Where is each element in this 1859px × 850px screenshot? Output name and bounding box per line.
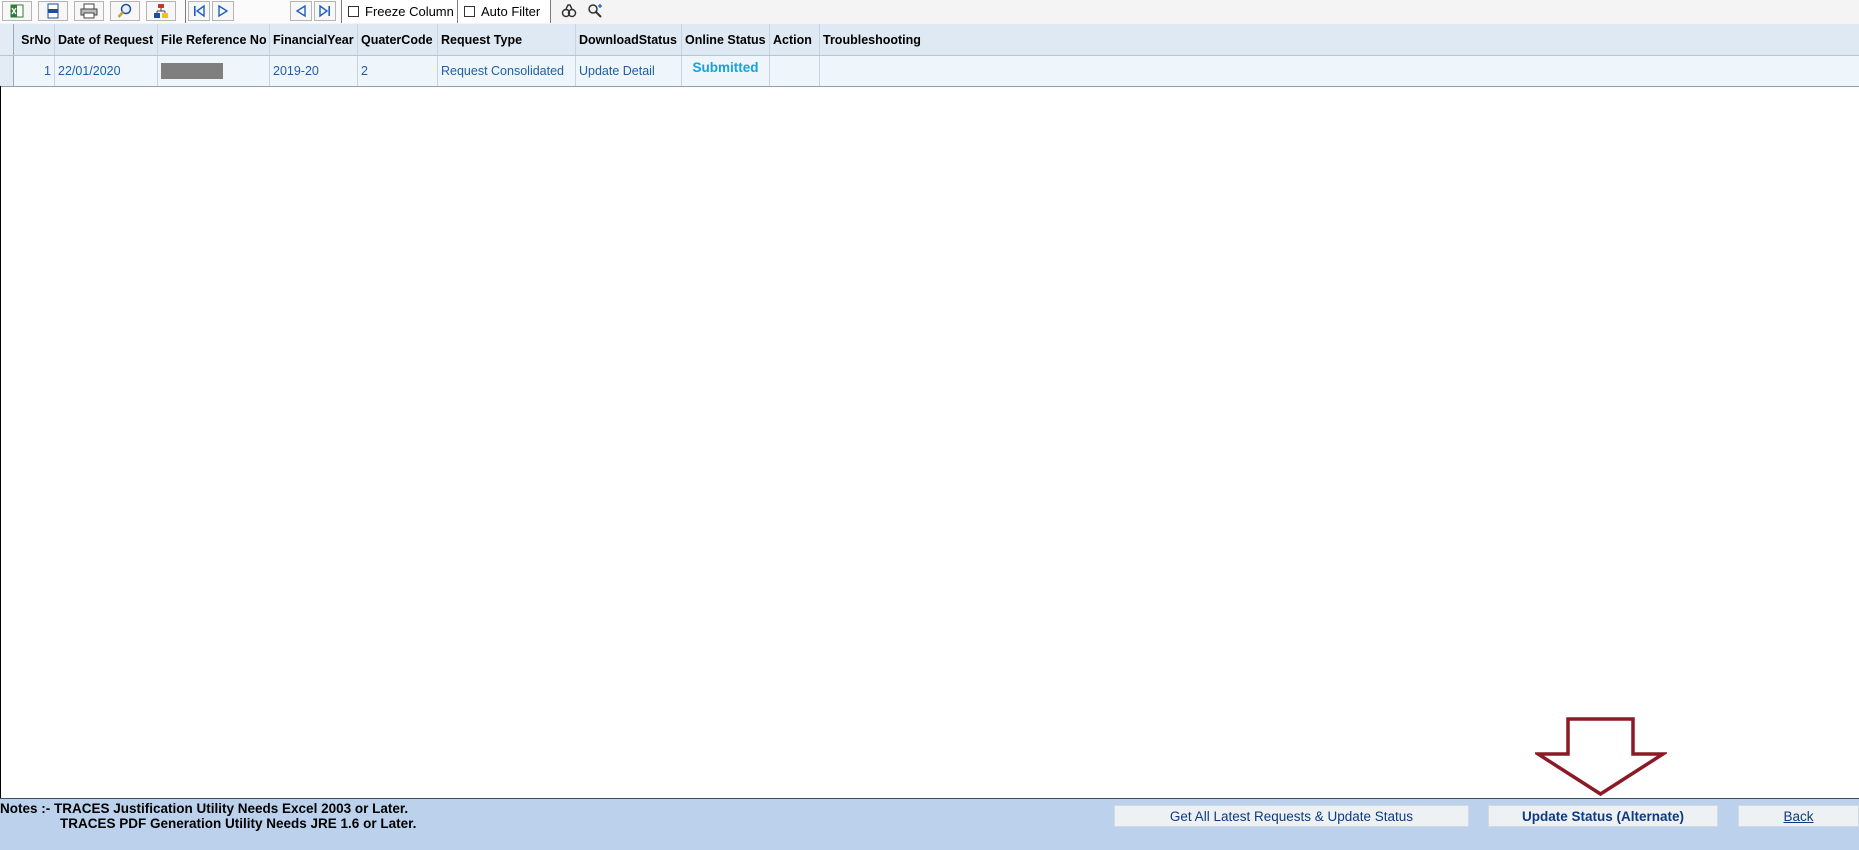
update-detail-link[interactable]: Update Detail — [576, 56, 682, 86]
auto-filter-checkbox[interactable] — [464, 6, 475, 17]
find-icon[interactable] — [558, 1, 580, 21]
column-chooser-icon[interactable] — [146, 1, 176, 21]
row-selector-header — [0, 24, 14, 55]
cell-srno: 1 — [14, 56, 55, 86]
previous-page-icon[interactable] — [290, 1, 312, 21]
cell-quarter-code: 2 — [358, 56, 438, 86]
auto-filter-label: Auto Filter — [481, 4, 541, 19]
column-header-request-type[interactable]: Request Type — [438, 24, 576, 55]
freeze-column-toggle[interactable]: Freeze Column — [342, 0, 458, 23]
export-print-group — [0, 0, 186, 23]
notes-line-2: TRACES PDF Generation Utility Needs JRE … — [60, 816, 417, 831]
print-icon[interactable] — [74, 1, 104, 21]
column-header-troubleshooting[interactable]: Troubleshooting — [820, 24, 1859, 55]
column-header-quarter-code[interactable]: QuaterCode — [358, 24, 438, 55]
cell-financial-year: 2019-20 — [270, 56, 358, 86]
cell-date-of-request: 22/01/2020 — [55, 56, 158, 86]
grid-header-row: SrNo Date of Request File Reference No F… — [0, 24, 1859, 56]
column-header-date-of-request[interactable]: Date of Request — [55, 24, 158, 55]
notes-line-1: Notes :- TRACES Justification Utility Ne… — [0, 801, 409, 816]
navigation-group — [186, 0, 342, 23]
auto-filter-toggle[interactable]: Auto Filter — [458, 0, 551, 23]
next-page-icon[interactable] — [212, 1, 234, 21]
excel-export-icon[interactable] — [2, 1, 32, 21]
last-page-icon[interactable] — [314, 1, 336, 21]
cell-file-reference-no — [158, 56, 270, 86]
column-header-srno[interactable]: SrNo — [14, 24, 55, 55]
cell-troubleshooting — [820, 56, 1859, 86]
footer-bar: Notes :- TRACES Justification Utility Ne… — [0, 798, 1859, 850]
freeze-column-label: Freeze Column — [365, 4, 454, 19]
column-header-online-status[interactable]: Online Status — [682, 24, 770, 55]
table-row[interactable]: 1 22/01/2020 2019-20 2 Request Consolida… — [0, 56, 1859, 87]
online-status-submitted: Submitted — [682, 56, 770, 86]
column-header-action[interactable]: Action — [770, 24, 820, 55]
grid-left-border — [0, 86, 1, 798]
grid-toolbar: Freeze Column Auto Filter — [0, 0, 1859, 25]
column-header-file-reference-no[interactable]: File Reference No — [158, 24, 270, 55]
update-status-alternate-button[interactable]: Update Status (Alternate) — [1488, 805, 1718, 827]
first-page-icon[interactable] — [188, 1, 210, 21]
column-header-financial-year[interactable]: FinancialYear — [270, 24, 358, 55]
find-next-icon[interactable] — [584, 1, 606, 21]
print-preview-icon[interactable] — [110, 1, 140, 21]
cell-request-type: Request Consolidated — [438, 56, 576, 86]
cell-action — [770, 56, 820, 86]
back-button[interactable]: Back — [1738, 805, 1859, 827]
freeze-column-checkbox[interactable] — [348, 6, 359, 17]
redacted-block — [161, 63, 223, 79]
csv-export-icon[interactable] — [38, 1, 68, 21]
row-selector[interactable] — [0, 56, 14, 86]
column-header-download-status[interactable]: DownloadStatus — [576, 24, 682, 55]
down-arrow-annotation-icon — [1535, 717, 1667, 797]
get-all-latest-requests-button[interactable]: Get All Latest Requests & Update Status — [1114, 805, 1469, 827]
